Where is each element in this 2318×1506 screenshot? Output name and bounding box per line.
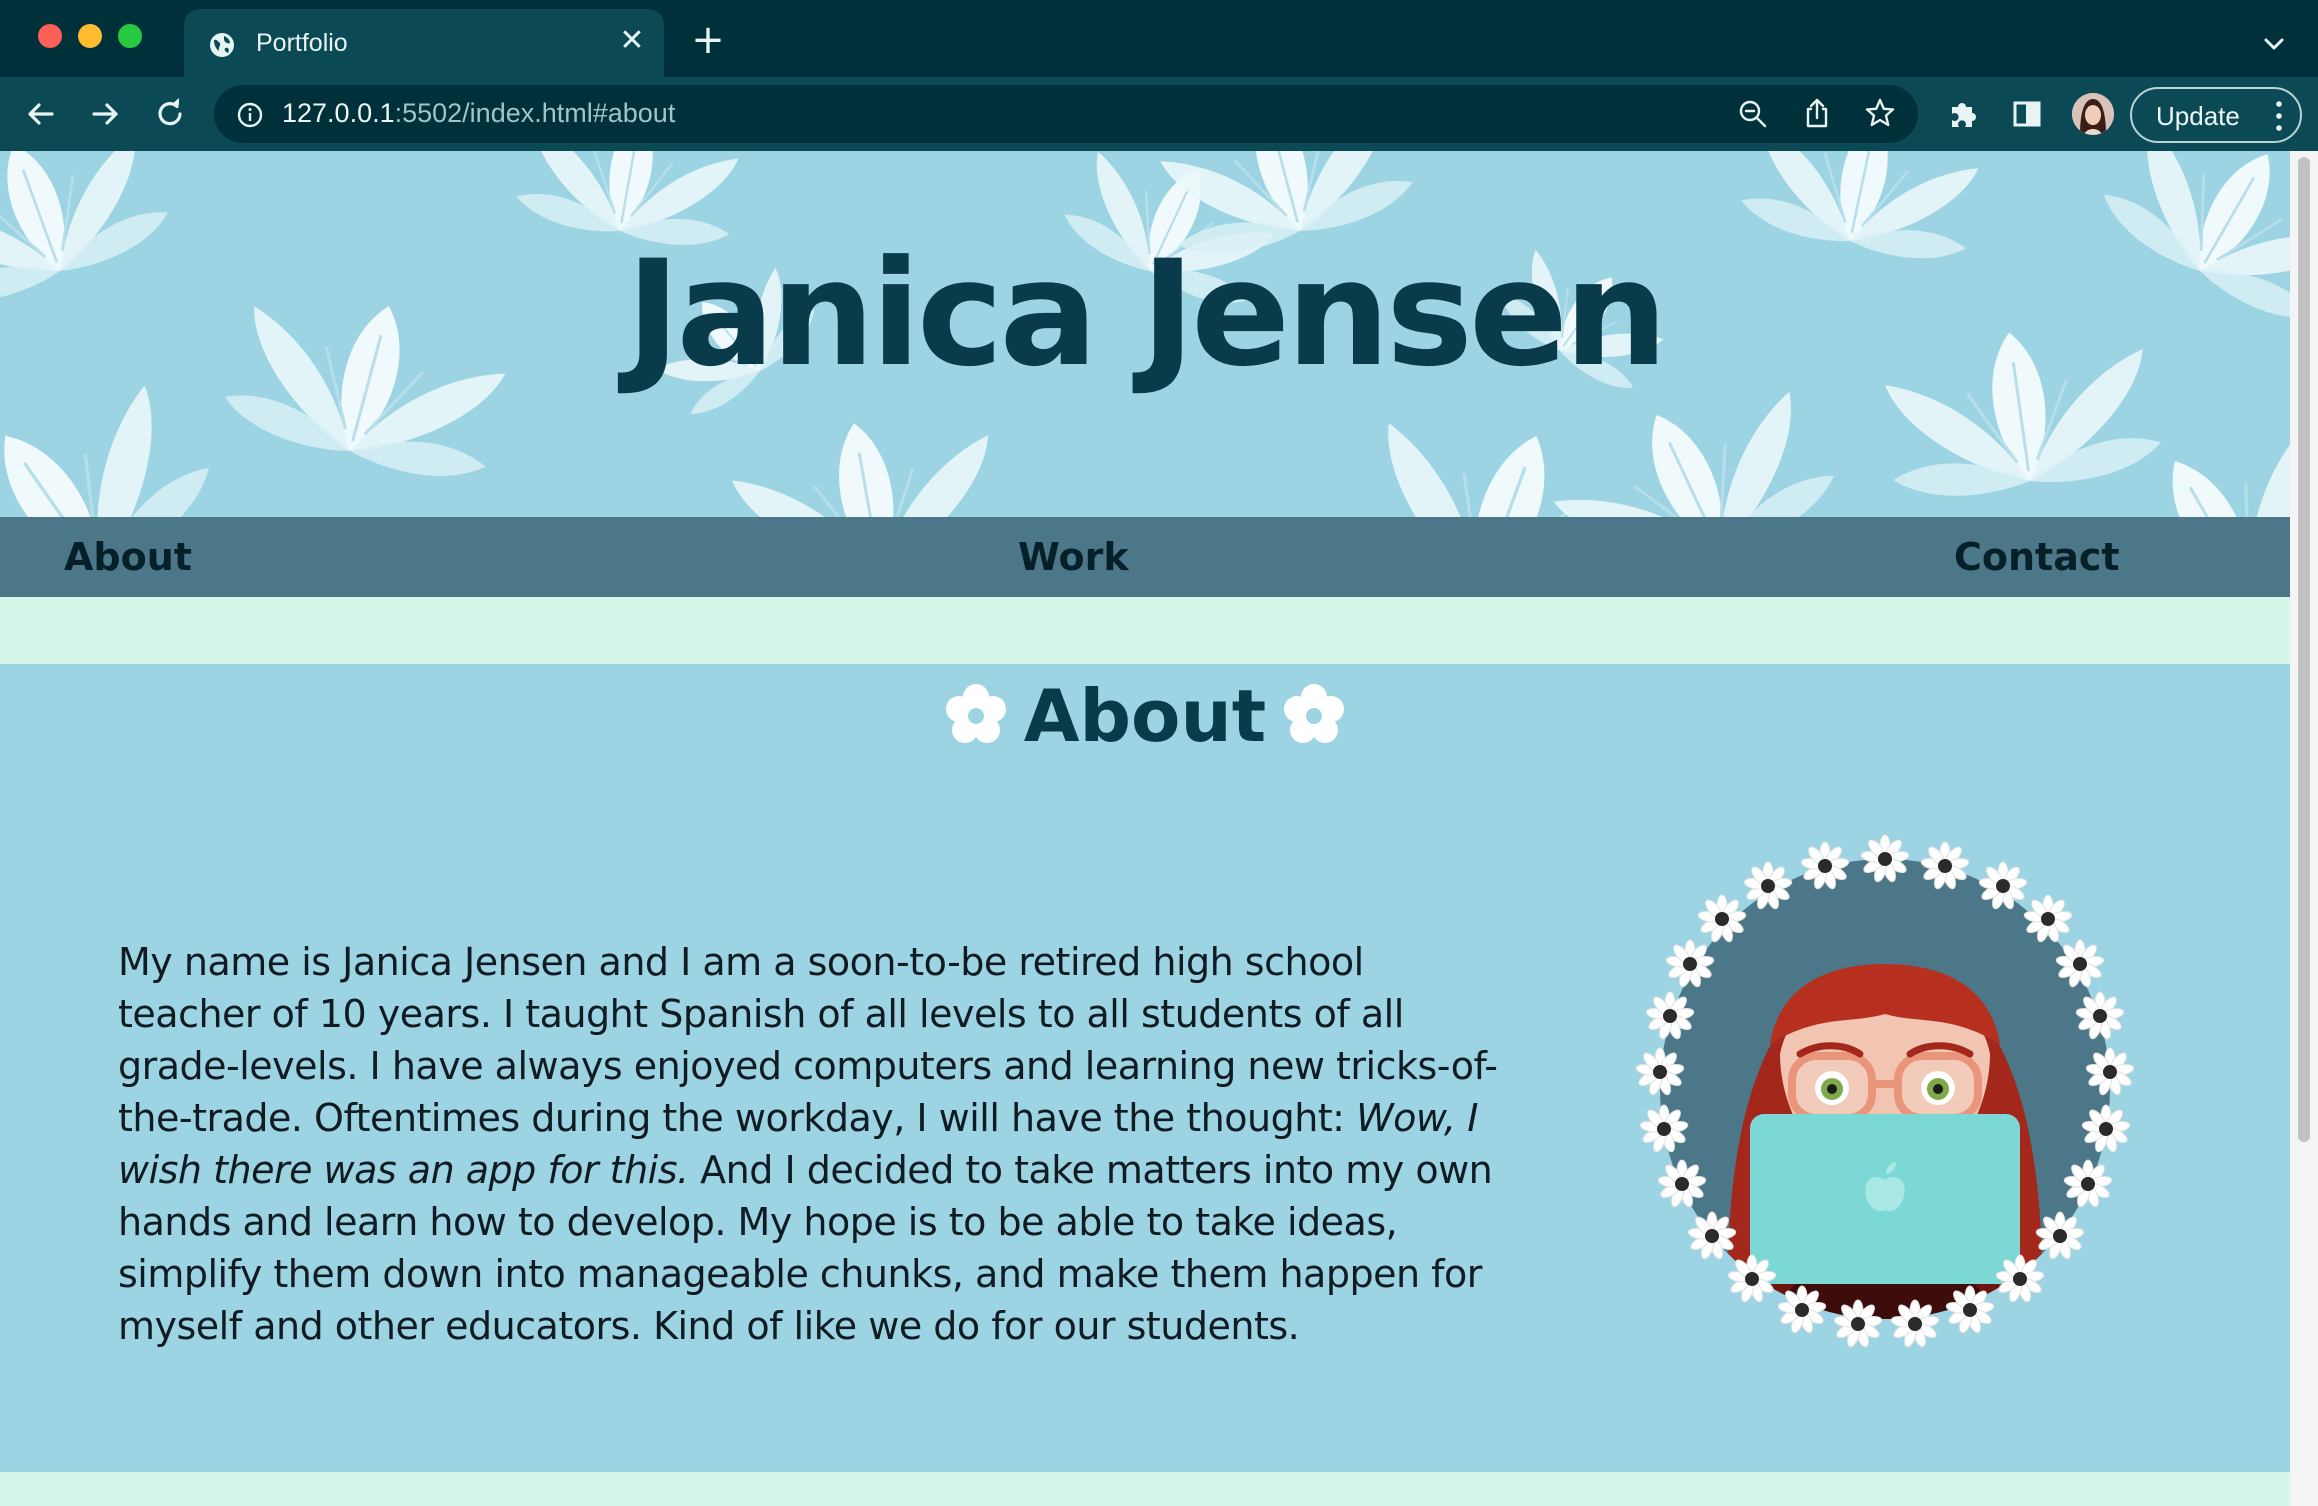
url-path: :5502/index.html#about bbox=[394, 98, 676, 128]
nav-work[interactable]: Work bbox=[1018, 535, 1129, 579]
close-tab-icon[interactable]: ✕ bbox=[616, 25, 648, 57]
kebab-menu-icon[interactable] bbox=[2276, 99, 2282, 133]
share-icon[interactable] bbox=[1802, 97, 1832, 129]
profile-avatar[interactable] bbox=[2072, 93, 2114, 135]
star-icon[interactable] bbox=[1864, 97, 1896, 129]
scrollbar-thumb[interactable] bbox=[2298, 157, 2310, 1142]
about-section: About My name is Janica Jensen and I am … bbox=[0, 664, 2290, 1472]
forward-arrow-icon[interactable] bbox=[86, 95, 124, 133]
tab-title: Portfolio bbox=[256, 29, 348, 57]
url-host: 127.0.0.1 bbox=[282, 98, 395, 128]
site-title: Janica Jensen bbox=[626, 229, 1668, 399]
about-paragraph: My name is Janica Jensen and I am a soon… bbox=[118, 936, 1498, 1352]
info-icon[interactable] bbox=[236, 101, 264, 129]
flower-icon bbox=[945, 684, 1006, 743]
close-window-button[interactable] bbox=[38, 24, 62, 48]
globe-icon bbox=[210, 33, 234, 57]
update-label: Update bbox=[2156, 101, 2240, 131]
chevron-down-icon[interactable] bbox=[2256, 26, 2292, 62]
about-text-part1: My name is Janica Jensen and I am a soon… bbox=[118, 940, 1498, 1140]
minimize-window-button[interactable] bbox=[78, 24, 102, 48]
hero-banner: Janica Jensen bbox=[0, 151, 2290, 517]
flower-icon bbox=[1284, 684, 1345, 743]
browser-toolbar: 127.0.0.1:5502/index.html#about Update bbox=[0, 77, 2318, 151]
main-nav: About Work Contact bbox=[0, 517, 2290, 597]
profile-photo-icon bbox=[2072, 93, 2114, 135]
maximize-window-button[interactable] bbox=[118, 24, 142, 48]
about-heading-text: About bbox=[1023, 674, 1267, 758]
browser-tab[interactable]: Portfolio ✕ bbox=[184, 9, 664, 77]
address-bar[interactable]: 127.0.0.1:5502/index.html#about bbox=[214, 85, 1918, 143]
puzzle-icon[interactable] bbox=[1944, 95, 1982, 133]
nav-about[interactable]: About bbox=[64, 535, 192, 579]
page-viewport[interactable]: Janica Jensen About Work Contact About M… bbox=[0, 151, 2318, 1506]
zoom-out-icon[interactable] bbox=[1738, 99, 1768, 129]
update-button[interactable]: Update bbox=[2130, 87, 2302, 143]
profile-portrait-image bbox=[1634, 834, 2136, 1349]
back-arrow-icon[interactable] bbox=[22, 95, 60, 133]
url-text: 127.0.0.1:5502/index.html#about bbox=[282, 98, 675, 129]
new-tab-icon[interactable]: + bbox=[688, 20, 728, 62]
reload-icon[interactable] bbox=[151, 95, 189, 133]
nav-contact[interactable]: Contact bbox=[1954, 535, 2120, 579]
side-panel-icon[interactable] bbox=[2008, 95, 2046, 133]
about-heading: About bbox=[0, 674, 2290, 758]
tab-strip: Portfolio ✕ + bbox=[0, 0, 2318, 77]
page-scrollbar[interactable] bbox=[2290, 151, 2318, 1506]
